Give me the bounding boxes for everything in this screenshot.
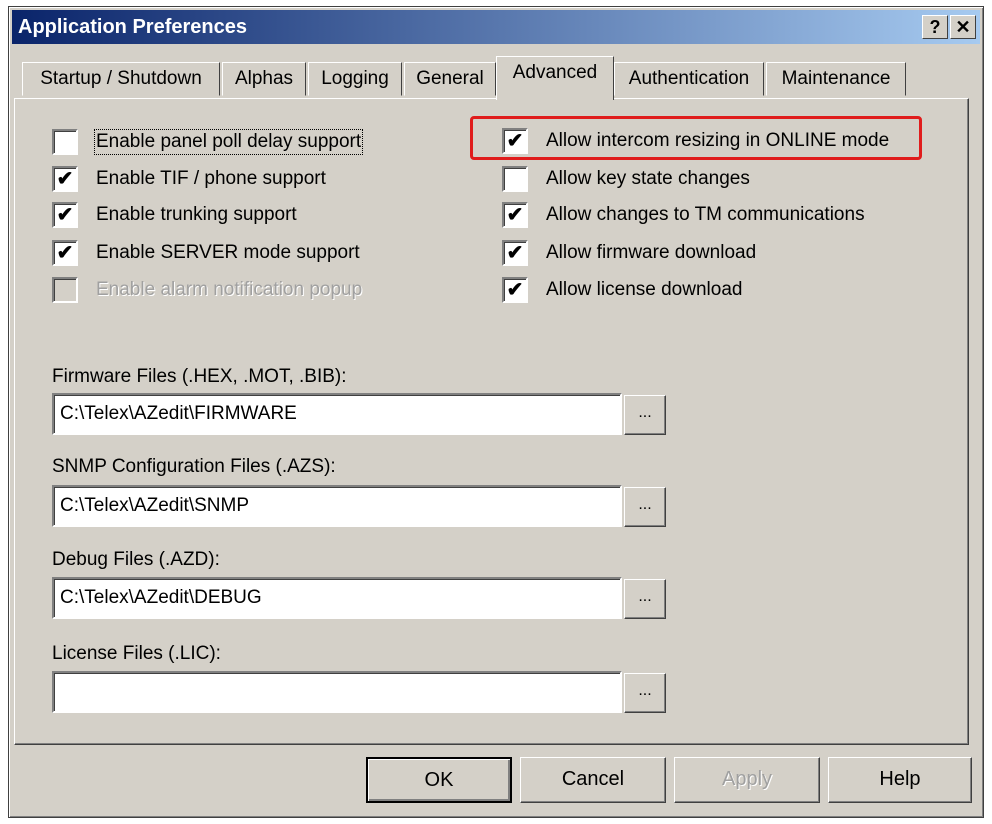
checkbox-box[interactable]: ✔ [502,240,528,266]
title-bar: Application Preferences ? ✕ [12,10,980,44]
license-files-label: License Files (.LIC): [52,643,221,664]
checkbox-box[interactable]: ✔ [502,277,528,303]
checkbox-box[interactable] [52,129,78,155]
checkbox-box[interactable]: ✔ [502,128,528,154]
checkbox-box [52,277,78,303]
tab-maintenance[interactable]: Maintenance [766,62,906,96]
debug-browse-button[interactable]: ... [624,579,666,619]
tab-advanced[interactable]: Advanced [496,56,614,100]
checkbox-box[interactable] [502,166,528,192]
firmware-browse-button[interactable]: ... [624,395,666,435]
checkbox-box[interactable]: ✔ [52,202,78,228]
tab-authentication[interactable]: Authentication [614,62,764,96]
license-path-input[interactable] [52,671,622,713]
tab-startup-shutdown[interactable]: Startup / Shutdown [22,62,220,96]
help-title-button[interactable]: ? [922,15,948,39]
snmp-path-input[interactable] [52,485,622,527]
tab-general[interactable]: General [404,62,496,96]
close-icon[interactable]: ✕ [950,15,976,39]
cancel-button[interactable]: Cancel [520,757,666,803]
debug-files-label: Debug Files (.AZD): [52,549,220,570]
debug-path-input[interactable] [52,577,622,619]
help-button[interactable]: Help [828,757,972,803]
firmware-files-label: Firmware Files (.HEX, .MOT, .BIB): [52,366,347,387]
checkbox-box[interactable]: ✔ [52,240,78,266]
snmp-browse-button[interactable]: ... [624,487,666,527]
snmp-files-label: SNMP Configuration Files (.AZS): [52,456,336,477]
apply-button: Apply [674,757,820,803]
ok-button[interactable]: OK [366,757,512,803]
checkbox-box[interactable]: ✔ [502,202,528,228]
tab-logging[interactable]: Logging [308,62,402,96]
firmware-path-input[interactable] [52,393,622,435]
checkbox-box[interactable]: ✔ [52,166,78,192]
tab-alphas[interactable]: Alphas [222,62,306,96]
window-title: Application Preferences [18,16,247,38]
license-browse-button[interactable]: ... [624,673,666,713]
